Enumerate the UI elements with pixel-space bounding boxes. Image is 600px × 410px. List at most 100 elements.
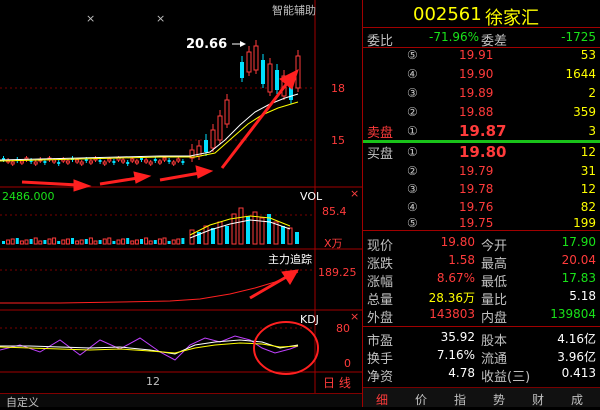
volume-bar	[38, 240, 43, 245]
ask-row[interactable]: ④ 19.90 1644	[363, 65, 600, 85]
volume-bar	[98, 240, 102, 244]
volume-bar	[47, 238, 52, 245]
ask-price: 19.87	[459, 122, 507, 140]
candle	[171, 161, 176, 165]
volume-bar	[217, 221, 223, 245]
candle	[126, 162, 130, 164]
volume-bar	[24, 239, 29, 245]
candle	[130, 158, 135, 162]
quote-row: 市盈 35.92 股本 4.16亿	[363, 328, 600, 349]
price-level: 15	[331, 134, 345, 147]
volume-bar	[153, 240, 157, 244]
bid-volume: 82	[580, 200, 596, 214]
bid-row[interactable]: ③ 19.78 12	[363, 180, 600, 200]
tab-5[interactable]: 成	[562, 391, 592, 408]
bid-price: 19.78	[459, 182, 494, 196]
bid-row[interactable]: ② 19.79 31	[363, 162, 600, 182]
stat-value: 8.67%	[436, 271, 475, 285]
candle	[98, 160, 102, 162]
tab-1[interactable]: 价	[406, 391, 436, 408]
quote-row: 现价 19.80 今开 17.90	[363, 233, 600, 254]
ask-row[interactable]: ② 19.88 359	[363, 103, 600, 123]
volume-bar	[273, 221, 279, 245]
volume-bar	[211, 228, 215, 244]
stat-value: 28.36万	[428, 291, 475, 305]
x-axis-label: 12	[146, 375, 160, 388]
volume-bar	[57, 241, 61, 244]
x-mark-icon[interactable]: ×	[156, 12, 165, 25]
candle	[134, 160, 139, 164]
stock-code: 002561	[413, 4, 482, 25]
kdj-bottom-value: 0	[344, 357, 351, 370]
volume-bar	[61, 239, 66, 245]
tab-2[interactable]: 指	[445, 391, 475, 408]
candle	[157, 160, 162, 164]
volume-bar	[181, 238, 185, 244]
stat-label: 内盘	[481, 311, 508, 326]
ask-row[interactable]: ⑤ 19.91 53	[363, 46, 600, 66]
high-annotation: 20.66	[186, 37, 228, 52]
volume-bar	[10, 238, 15, 245]
stat-value: 143803	[429, 307, 475, 321]
quote-row: 涨幅 8.67% 最低 17.83	[363, 269, 600, 290]
stat-value: 17.90	[561, 235, 596, 249]
kdj-close-icon: ×	[350, 310, 359, 323]
diff-value: -1725	[561, 30, 596, 44]
volume-bar	[33, 237, 38, 245]
bid-price: 19.80	[459, 143, 507, 161]
volume-bar	[238, 207, 244, 245]
quote-row: 净资 4.78 收益(三) 0.413	[363, 364, 600, 385]
volume-bar	[71, 238, 74, 244]
level-marker: ④	[407, 200, 418, 214]
level-marker: ①	[407, 124, 418, 138]
volume-bar	[93, 240, 98, 245]
chart-area[interactable]: × × × × 智能辅助 20.66 18 15 2486.000 VOL 85…	[0, 0, 362, 393]
kdj-top-value: 80	[336, 322, 350, 335]
period-selector[interactable]: 日 线	[323, 374, 351, 391]
volume-bar	[15, 238, 19, 244]
flow-title: 主力追踪	[268, 253, 312, 266]
volume-bar	[130, 240, 135, 245]
stat-value: 20.04	[561, 253, 596, 267]
volume-bar	[107, 237, 112, 245]
custom-button[interactable]: 自定义	[6, 394, 39, 410]
stat-value: 35.92	[440, 330, 475, 344]
level-marker: ②	[407, 105, 418, 119]
candle	[121, 159, 126, 163]
candle	[43, 161, 47, 163]
candle	[153, 159, 157, 161]
stat-value: 5.18	[569, 289, 596, 303]
ask-row[interactable]: ① 19.87 3	[363, 122, 600, 142]
committee-row: 委比 -71.96% 委差 -1725	[363, 28, 600, 49]
assist-button[interactable]: 智能辅助	[272, 2, 316, 18]
flow-line	[0, 271, 299, 304]
ask-row[interactable]: ③ 19.89 2	[363, 84, 600, 104]
tab-4[interactable]: 财	[523, 391, 553, 408]
tab-0[interactable]: 细	[367, 391, 397, 408]
bid-row[interactable]: ① 19.80 12	[363, 143, 600, 163]
bid-volume: 12	[580, 182, 596, 196]
flow-value: 189.25	[318, 266, 357, 279]
kdj-title: KDJ	[300, 313, 319, 326]
bid-row[interactable]: ⑤ 19.75 199	[363, 214, 600, 234]
stat-value: 4.78	[448, 366, 475, 380]
tab-3[interactable]: 势	[484, 391, 514, 408]
candle	[57, 162, 61, 164]
kdj-highlight-circle	[253, 321, 319, 375]
candle	[88, 160, 93, 164]
volume-bar	[281, 226, 285, 244]
x-mark-icon[interactable]: ×	[86, 12, 95, 25]
volume-bar	[88, 237, 93, 245]
candle	[102, 161, 107, 165]
base-value: 2486.000	[2, 190, 55, 203]
volume-bars	[2, 207, 299, 245]
volume-bar	[176, 238, 181, 245]
candle	[176, 158, 181, 162]
candle	[148, 161, 153, 165]
candle	[217, 115, 223, 141]
bid-volume: 31	[580, 164, 596, 178]
volume-bar	[225, 226, 229, 244]
volume-bar	[84, 239, 88, 244]
level-marker: ⑤	[407, 48, 418, 62]
volume-bar	[157, 238, 162, 245]
